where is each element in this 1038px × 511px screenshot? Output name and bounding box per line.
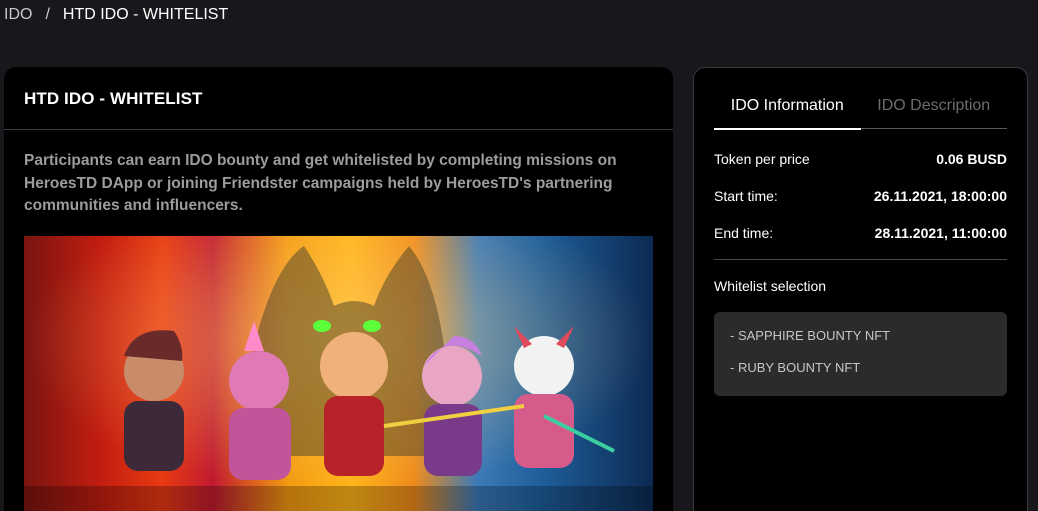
- whitelist-selection-title: Whitelist selection: [714, 278, 827, 294]
- title-divider: [4, 129, 673, 130]
- tab-ido-description[interactable]: IDO Description: [861, 96, 1008, 128]
- start-time-row: Start time: 26.11.2021, 18:00:00: [714, 187, 1007, 205]
- token-price-value: 0.06 BUSD: [936, 151, 1007, 167]
- heroes-illustration: [24, 236, 653, 511]
- breadcrumb-current: HTD IDO - WHITELIST: [62, 6, 229, 23]
- page-title: HTD IDO - WHITELIST: [24, 89, 203, 108]
- end-time-label: End time:: [714, 225, 774, 241]
- breadcrumb-separator: /: [45, 6, 50, 23]
- whitelist-selection-box: - SAPPHIRE BOUNTY NFT - RUBY BOUNTY NFT: [714, 312, 1007, 396]
- info-tabs: IDO Information IDO Description: [714, 96, 1008, 130]
- token-price-row: Token per price 0.06 BUSD: [714, 150, 1007, 168]
- ido-description-text: Participants can earn IDO bounty and get…: [24, 152, 617, 214]
- start-time-label: Start time:: [714, 188, 778, 204]
- heroes-banner-image: [24, 236, 653, 511]
- breadcrumb-root-link[interactable]: IDO: [4, 5, 32, 25]
- start-time-value: 26.11.2021, 18:00:00: [873, 188, 1007, 204]
- token-price-label: Token per price: [714, 151, 810, 167]
- info-divider: [714, 259, 1007, 260]
- tab-ido-information[interactable]: IDO Information: [714, 96, 861, 130]
- breadcrumb: IDO / HTD IDO - WHITELIST: [4, 5, 228, 25]
- ido-main-card: HTD IDO - WHITELIST Participants can ear…: [4, 67, 673, 511]
- ido-side-panel: IDO Information IDO Description Token pe…: [693, 67, 1028, 511]
- whitelist-item-sapphire: - SAPPHIRE BOUNTY NFT: [730, 328, 891, 343]
- whitelist-item-ruby: - RUBY BOUNTY NFT: [730, 360, 861, 375]
- end-time-row: End time: 28.11.2021, 11:00:00: [714, 224, 1007, 242]
- end-time-value: 28.11.2021, 11:00:00: [874, 225, 1007, 241]
